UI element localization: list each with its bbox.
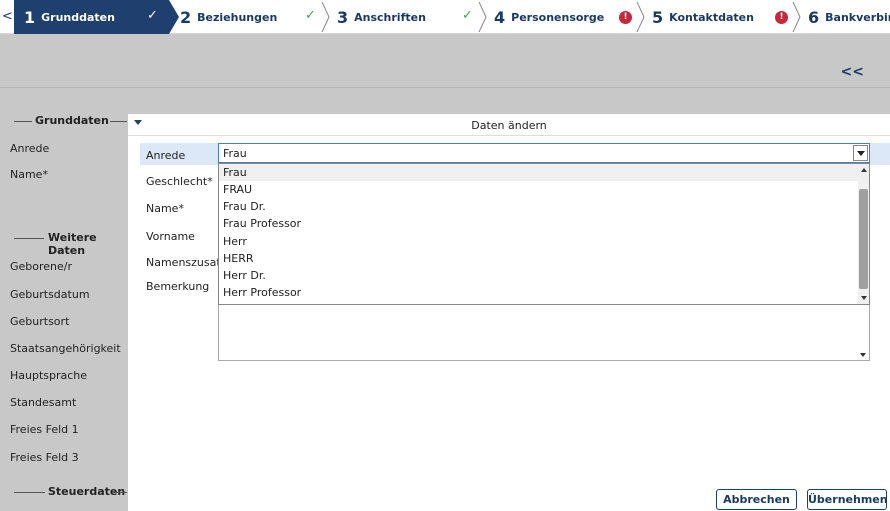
step-separator-icon	[478, 1, 487, 33]
step-number: 2	[180, 7, 192, 27]
field-label: Geburtsdatum	[10, 288, 90, 301]
step-number: 3	[337, 7, 349, 27]
toolbar: <<	[0, 34, 890, 88]
field-label-namenszusatz: Namenszusatz	[146, 256, 227, 269]
field-label-vorname: Vorname	[146, 230, 195, 243]
field-label-name: Name*	[146, 202, 184, 215]
field-label: Geborene/r	[10, 260, 73, 273]
scrollbar-thumb[interactable]	[859, 189, 868, 289]
error-icon: !	[775, 11, 788, 24]
anrede-value: Frau	[223, 147, 247, 160]
dropdown-option[interactable]: Herr	[223, 235, 247, 248]
wizard-steps: < 1 Grunddaten ✓ 2 Beziehungen ✓ 3 Ansch…	[0, 0, 890, 34]
step-label: Bankverbindu	[825, 10, 890, 24]
scroll-up-icon[interactable]	[861, 168, 867, 172]
step-label: Kontaktdaten	[669, 10, 754, 24]
dropdown-option[interactable]: Frau Dr.	[223, 200, 266, 213]
field-label: Freies Feld 3	[10, 451, 79, 464]
step-personensorge[interactable]: 4 Personensorge	[494, 0, 604, 34]
step-label: Grunddaten	[41, 10, 115, 24]
divider	[14, 238, 44, 239]
step-number: 6	[808, 7, 820, 27]
section-header: Weitere Daten	[0, 231, 127, 257]
scroll-down-icon[interactable]	[860, 353, 866, 357]
chevron-down-icon[interactable]	[853, 145, 868, 161]
apply-button[interactable]: Übernehmen	[807, 489, 888, 510]
step-separator-icon	[636, 1, 645, 33]
check-icon: ✓	[147, 8, 158, 23]
check-icon: ✓	[305, 8, 316, 23]
field-label: Anrede	[10, 142, 50, 155]
edit-dialog: Daten ändern Anrede Geschlecht* Name* Vo…	[128, 114, 890, 511]
step-grunddaten[interactable]: 1 Grunddaten	[14, 0, 169, 34]
step-label: Anschriften	[354, 10, 426, 24]
anrede-combobox[interactable]: Frau	[218, 143, 870, 163]
field-label-geschlecht: Geschlecht*	[146, 175, 213, 188]
field-label-bemerkung: Bemerkung	[146, 280, 210, 293]
field-label-anrede: Anrede	[146, 149, 186, 162]
step-label: Personensorge	[511, 10, 605, 24]
dialog-header: Daten ändern	[128, 114, 890, 136]
section-title: Grunddaten	[35, 114, 109, 127]
dropdown-option[interactable]: HERR	[221, 252, 273, 265]
option-hover-bg	[219, 164, 859, 181]
field-label: Staatsangehörigkeit	[10, 342, 121, 355]
section-title: Weitere Daten	[48, 231, 97, 257]
step-beziehungen[interactable]: 2 Beziehungen	[180, 0, 277, 34]
dropdown-option[interactable]: Frau	[223, 166, 247, 179]
anrede-dropdown-list: Frau FRAU Frau Dr. Frau Professor Herr H…	[218, 163, 870, 305]
check-icon: ✓	[462, 8, 473, 23]
steps-back-icon[interactable]: <	[2, 9, 13, 24]
dropdown-option[interactable]: Herr Dr.	[223, 269, 266, 282]
step-bankverbindung[interactable]: 6 Bankverbindu	[808, 0, 890, 34]
step-separator-icon	[169, 0, 179, 34]
divider	[112, 492, 127, 493]
scroll-down-icon[interactable]	[861, 296, 867, 300]
step-number: 1	[24, 7, 36, 27]
section-header: Steuerdaten	[0, 485, 127, 499]
error-icon: !	[619, 11, 632, 24]
field-label: Freies Feld 1	[10, 423, 79, 436]
dropdown-option[interactable]: Frau Professor	[223, 217, 301, 230]
field-label: Name*	[10, 168, 48, 181]
field-label: Standesamt	[10, 396, 77, 409]
step-separator-icon	[321, 1, 330, 33]
step-number: 4	[494, 7, 506, 27]
step-kontaktdaten[interactable]: 5 Kontaktdaten	[652, 0, 754, 34]
divider	[14, 492, 45, 493]
divider	[14, 121, 32, 122]
field-label: Geburtsort	[10, 315, 70, 328]
left-panel: Grunddaten Anrede Name* Weitere Daten Ge…	[0, 88, 127, 511]
dropdown-option[interactable]: Herr Professor	[223, 286, 301, 299]
step-number: 5	[652, 7, 664, 27]
section-header: Grunddaten	[0, 114, 127, 128]
step-anschriften[interactable]: 3 Anschriften	[337, 0, 426, 34]
field-label: Hauptsprache	[10, 369, 88, 382]
dropdown-scrollbar[interactable]	[858, 164, 869, 304]
divider	[110, 121, 127, 122]
dropdown-option[interactable]: FRAU	[220, 183, 274, 196]
cancel-button[interactable]: Abbrechen	[716, 489, 797, 510]
step-separator-icon	[792, 1, 801, 33]
collapse-icon[interactable]: <<	[841, 64, 864, 80]
dialog-title: Daten ändern	[471, 119, 547, 132]
step-label: Beziehungen	[197, 10, 278, 24]
